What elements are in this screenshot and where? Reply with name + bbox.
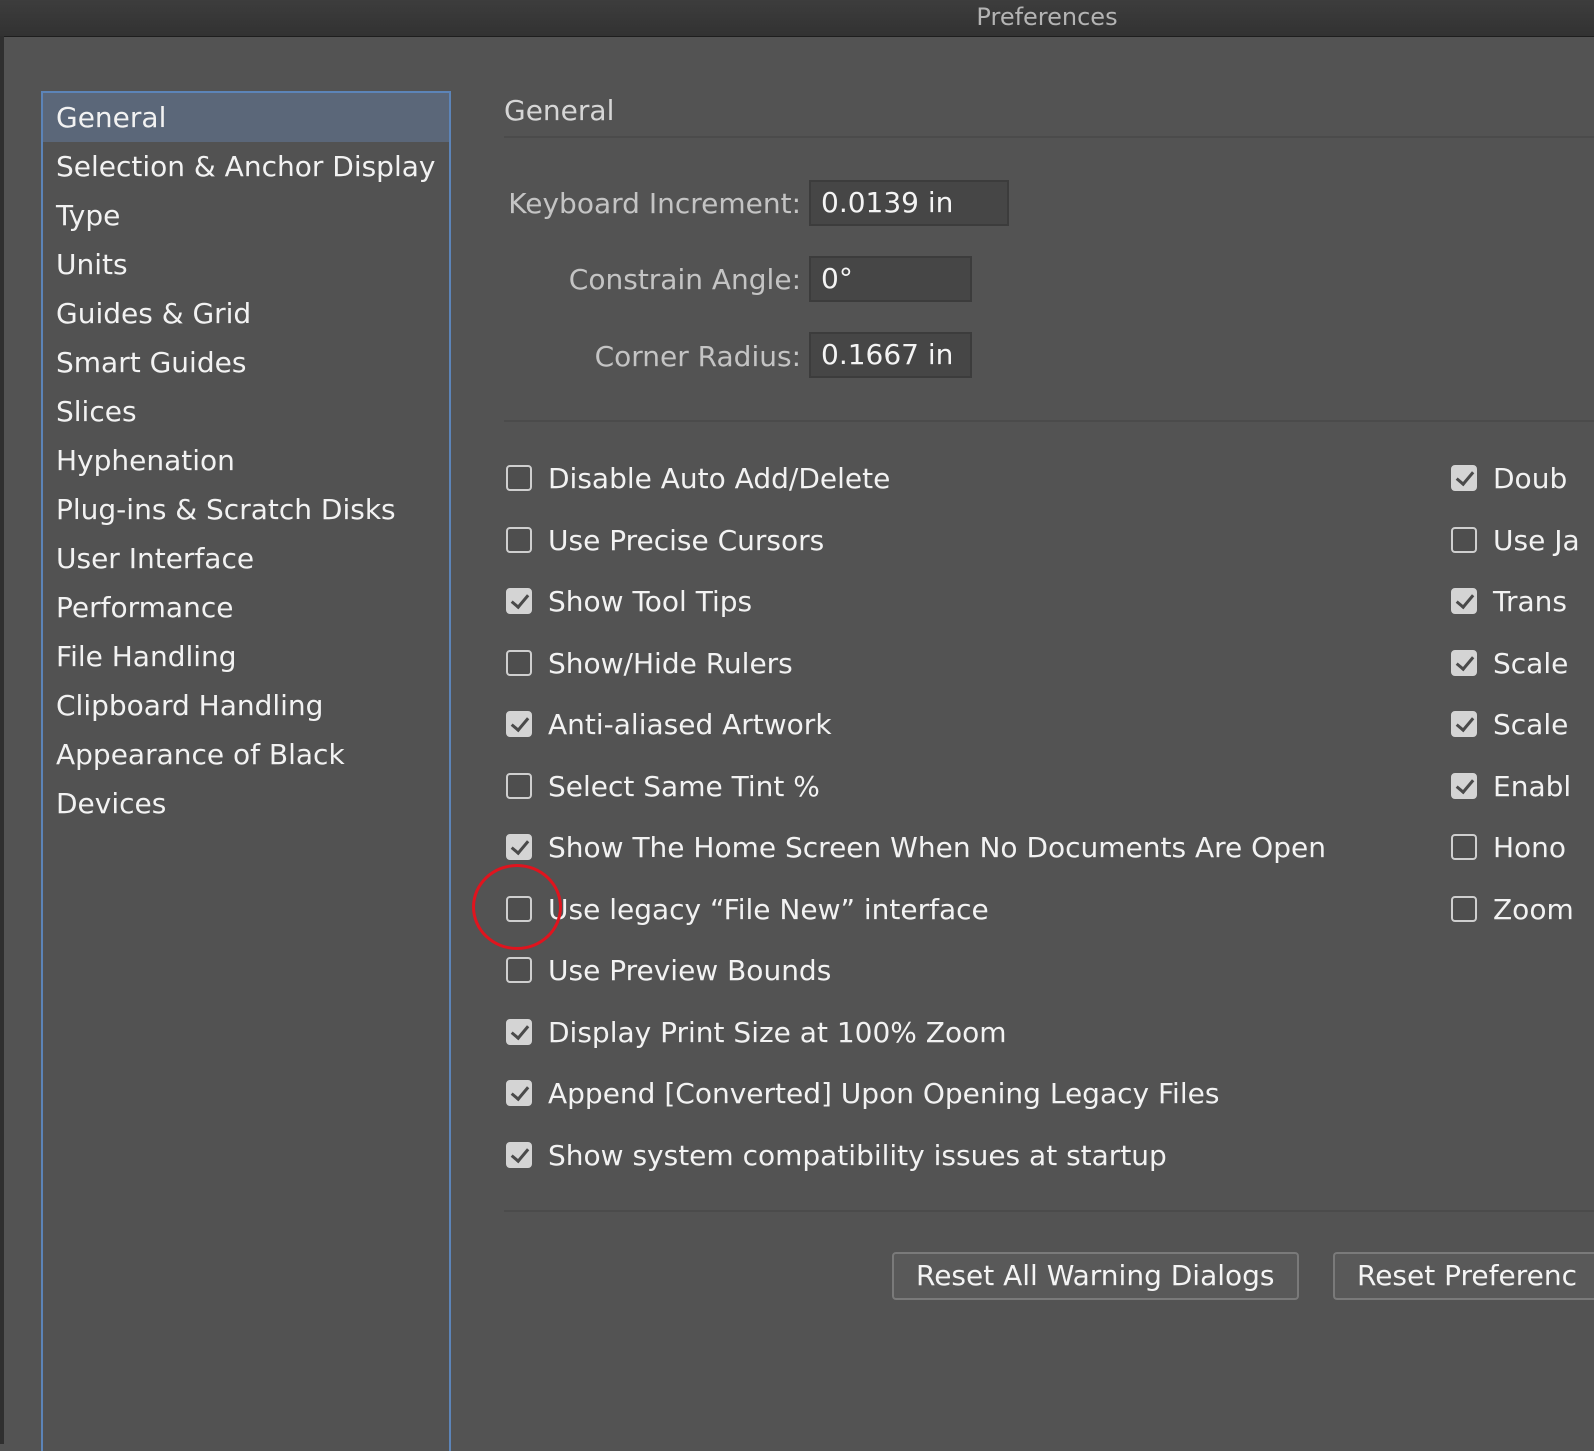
option-label: Use Ja	[1493, 523, 1580, 557]
window-edge	[0, 36, 4, 1444]
sidebar-item-performance[interactable]: Performance	[43, 583, 449, 632]
option-anti-aliased-artwork[interactable]: Anti-aliased Artwork	[506, 704, 832, 744]
option-display-print-size[interactable]: Display Print Size at 100% Zoom	[506, 1012, 1007, 1052]
option-use-legacy-file-new[interactable]: Use legacy “File New” interface	[506, 889, 989, 929]
option-right-4[interactable]: Scale	[1451, 643, 1568, 683]
option-label: Hono	[1493, 830, 1567, 864]
option-label: Select Same Tint %	[548, 769, 820, 803]
reset-all-warning-dialogs-button[interactable]: Reset All Warning Dialogs	[892, 1252, 1299, 1300]
checkbox[interactable]	[506, 1019, 532, 1045]
checkbox[interactable]	[506, 957, 532, 983]
checkbox[interactable]	[506, 465, 532, 491]
option-show-hide-rulers[interactable]: Show/Hide Rulers	[506, 643, 793, 683]
option-label: Show system compatibility issues at star…	[548, 1138, 1167, 1172]
option-right-6[interactable]: Enabl	[1451, 766, 1571, 806]
sidebar-item-slices[interactable]: Slices	[43, 387, 449, 436]
checkbox[interactable]	[506, 1080, 532, 1106]
window-title: Preferences	[976, 3, 1118, 31]
checkbox[interactable]	[506, 650, 532, 676]
option-use-preview-bounds[interactable]: Use Preview Bounds	[506, 950, 831, 990]
corner-radius-label: Corner Radius:	[594, 340, 801, 373]
sidebar-item-appearance-of-black[interactable]: Appearance of Black	[43, 730, 449, 779]
sidebar-item-guides-grid[interactable]: Guides & Grid	[43, 289, 449, 338]
checkbox[interactable]	[506, 588, 532, 614]
checkbox[interactable]	[506, 896, 532, 922]
checkbox[interactable]	[506, 773, 532, 799]
sidebar-item-general[interactable]: General	[43, 93, 449, 142]
option-label: Disable Auto Add/Delete	[548, 461, 891, 495]
option-right-5[interactable]: Scale	[1451, 704, 1568, 744]
sidebar-item-plugins-scratch-disks[interactable]: Plug-ins & Scratch Disks	[43, 485, 449, 534]
divider	[504, 420, 1594, 422]
checkbox[interactable]	[1451, 896, 1477, 922]
constrain-angle-label: Constrain Angle:	[568, 263, 801, 296]
option-disable-auto-add-delete[interactable]: Disable Auto Add/Delete	[506, 458, 890, 498]
option-label: Show The Home Screen When No Documents A…	[548, 830, 1326, 864]
sidebar-item-user-interface[interactable]: User Interface	[43, 534, 449, 583]
checkbox[interactable]	[1451, 465, 1477, 491]
divider	[504, 136, 1594, 138]
option-label: Display Print Size at 100% Zoom	[548, 1015, 1007, 1049]
corner-radius-input[interactable]: 0.1667 in	[809, 332, 972, 378]
option-label: Append [Converted] Upon Opening Legacy F…	[548, 1076, 1220, 1110]
checkbox[interactable]	[1451, 527, 1477, 553]
option-use-precise-cursors[interactable]: Use Precise Cursors	[506, 520, 824, 560]
option-label: Show/Hide Rulers	[548, 646, 793, 680]
option-append-converted[interactable]: Append [Converted] Upon Opening Legacy F…	[506, 1073, 1219, 1113]
option-label: Scale	[1493, 707, 1569, 741]
option-right-1[interactable]: Doub	[1451, 458, 1567, 498]
checkbox[interactable]	[1451, 588, 1477, 614]
option-label: Use legacy “File New” interface	[548, 892, 989, 926]
divider	[504, 1210, 1594, 1212]
checkbox[interactable]	[1451, 834, 1477, 860]
sidebar-item-type[interactable]: Type	[43, 191, 449, 240]
option-select-same-tint[interactable]: Select Same Tint %	[506, 766, 820, 806]
preferences-category-list: General Selection & Anchor Display Type …	[41, 91, 451, 1451]
option-label: Enabl	[1493, 769, 1572, 803]
sidebar-item-hyphenation[interactable]: Hyphenation	[43, 436, 449, 485]
sidebar-item-devices[interactable]: Devices	[43, 779, 449, 828]
option-show-compatibility-issues[interactable]: Show system compatibility issues at star…	[506, 1135, 1167, 1175]
reset-preferences-button[interactable]: Reset Preferenc	[1333, 1252, 1594, 1300]
option-right-8[interactable]: Zoom	[1451, 889, 1574, 929]
sidebar-item-smart-guides[interactable]: Smart Guides	[43, 338, 449, 387]
constrain-angle-input[interactable]: 0°	[809, 256, 972, 302]
sidebar-item-clipboard-handling[interactable]: Clipboard Handling	[43, 681, 449, 730]
option-show-tool-tips[interactable]: Show Tool Tips	[506, 581, 752, 621]
sidebar-item-file-handling[interactable]: File Handling	[43, 632, 449, 681]
sidebar-item-units[interactable]: Units	[43, 240, 449, 289]
option-label: Trans	[1493, 584, 1567, 618]
checkbox[interactable]	[1451, 650, 1477, 676]
option-show-home-screen[interactable]: Show The Home Screen When No Documents A…	[506, 827, 1326, 867]
option-right-3[interactable]: Trans	[1451, 581, 1567, 621]
keyboard-increment-input[interactable]: 0.0139 in	[809, 180, 1009, 226]
keyboard-increment-label: Keyboard Increment:	[508, 187, 801, 220]
option-label: Anti-aliased Artwork	[548, 707, 832, 741]
option-label: Scale	[1493, 646, 1569, 680]
option-label: Zoom	[1493, 892, 1574, 926]
option-label: Use Preview Bounds	[548, 953, 832, 987]
option-label: Show Tool Tips	[548, 584, 753, 618]
checkbox[interactable]	[1451, 773, 1477, 799]
title-bar: Preferences	[0, 0, 1594, 37]
checkbox[interactable]	[506, 527, 532, 553]
option-right-2[interactable]: Use Ja	[1451, 520, 1580, 560]
checkbox[interactable]	[506, 1142, 532, 1168]
option-label: Use Precise Cursors	[548, 523, 825, 557]
sidebar-item-selection-anchor-display[interactable]: Selection & Anchor Display	[43, 142, 449, 191]
option-right-7[interactable]: Hono	[1451, 827, 1566, 867]
panel-title: General	[504, 94, 615, 127]
option-label: Doub	[1493, 461, 1568, 495]
checkbox[interactable]	[506, 711, 532, 737]
checkbox[interactable]	[1451, 711, 1477, 737]
checkbox[interactable]	[506, 834, 532, 860]
